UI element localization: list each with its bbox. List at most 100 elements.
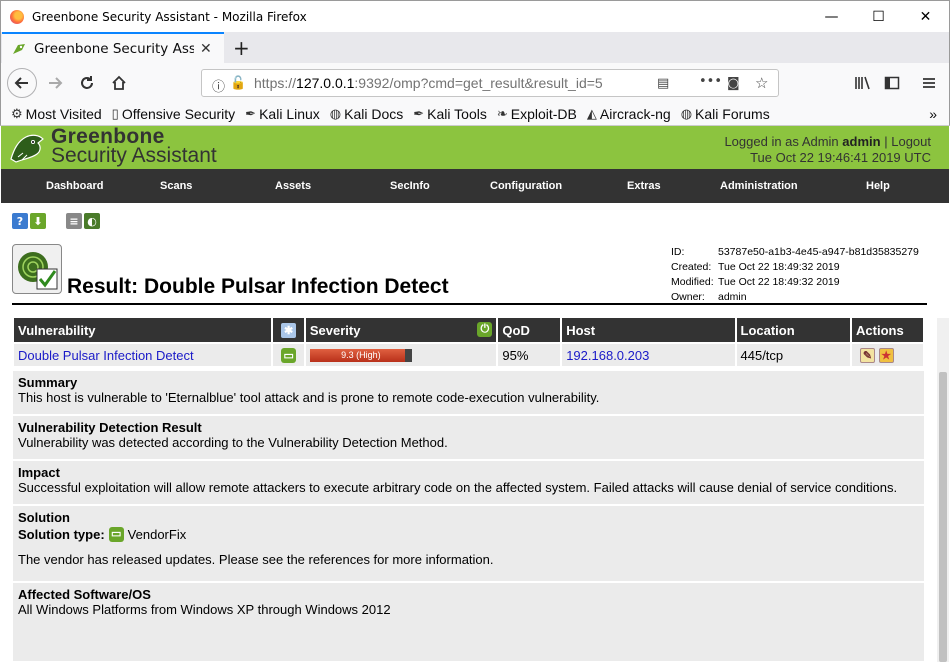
header-host[interactable]: Host [562,318,735,342]
modified-label: Modified: [671,276,714,288]
menu-administration[interactable]: Administration [720,180,798,192]
bookmark-label: Aircrack-ng [599,106,671,122]
radar-check-icon [18,252,58,290]
download-icon[interactable]: ⬇ [30,213,46,229]
tab-title: Greenbone Security Assistant [34,40,194,57]
page-title: Result: Double Pulsar Infection Detect [67,275,449,298]
window-titlebar: Greenbone Security Assistant - Mozilla F… [0,0,950,32]
bookmark-item[interactable]: ✒ Kali Linux [245,106,320,122]
bookmark-item[interactable]: ✒ Kali Tools [413,106,487,122]
menu-extras[interactable]: Extras [627,180,661,192]
header-vulnerability[interactable]: Vulnerability [14,318,272,342]
bookmark-label: Exploit-DB [510,106,577,122]
bookmark-item[interactable]: ⚙ Most Visited [11,106,102,122]
bookmark-item[interactable]: ▯ Offensive Security [112,106,236,122]
cell-qod: 95% [498,342,561,366]
tab-close-icon[interactable]: ✕ [200,41,212,57]
info-icon[interactable]: ⓘ [212,76,225,95]
result-large-icon [12,244,62,294]
menu-dashboard[interactable]: Dashboard [46,180,103,192]
header-severity-label: Severity [309,322,361,338]
affected-text: All Windows Platforms from Windows XP th… [18,602,391,617]
new-tab-button[interactable]: + [233,36,250,60]
home-icon [112,75,126,90]
bookmark-label: Kali Tools [427,106,487,122]
insecure-lock-icon[interactable]: 🔓 [230,76,246,91]
main-menu: Dashboard Scans Assets SecInfo Configura… [1,169,949,203]
bookmarks-overflow-icon[interactable]: » [929,106,937,122]
back-arrow-icon [14,77,28,89]
result-table: Vulnerability ✱ Severity ⏻ QoD Host Loca… [12,318,925,366]
kali-icon: ✒ [245,106,257,121]
gsa-logo-text: Greenbone Security Assistant [51,126,217,167]
reload-button[interactable] [73,69,101,97]
bookmark-label: Kali Docs [344,106,404,122]
cell-vulnerability: Double Pulsar Infection Detect [14,342,272,366]
sidebar-icon [884,76,900,90]
sidebar-button[interactable] [878,69,906,97]
bookmark-item[interactable]: ◍ Kali Docs [330,106,403,122]
bookmark-star-icon[interactable]: ☆ [755,74,768,92]
bookmark-item[interactable]: ◍ Kali Forums [681,106,770,122]
page-scrollbar[interactable] [937,318,949,662]
cvss-calculator-icon[interactable]: ⏻ [477,322,493,337]
header-location[interactable]: Location [736,318,851,342]
gsa-header: Greenbone Security Assistant Logged in a… [1,126,949,169]
reader-view-icon[interactable]: ▤ [657,76,669,91]
satellite-icon: ◭ [586,106,597,121]
impact-text: Successful exploitation will allow remot… [18,480,898,495]
vulnerability-link[interactable]: Double Pulsar Infection Detect [18,348,194,363]
bookmark-item[interactable]: ❧ Exploit-DB [497,106,577,122]
page-toolbar: ? ⬇ ≡ ◐ [12,213,100,229]
summary-section: Summary This host is vulnerable to 'Eter… [13,371,924,416]
globe-icon: ◍ [329,106,342,121]
pocket-icon[interactable]: ◙ [727,76,740,91]
home-button[interactable] [105,69,133,97]
cell-host: 192.168.0.203 [562,342,735,366]
detection-text: Vulnerability was detected according to … [18,435,448,450]
url-text[interactable]: https://127.0.0.1:9392/omp?cmd=get_resul… [254,75,626,91]
new-override-icon[interactable]: ◐ [84,213,100,229]
menu-help[interactable]: Help [866,180,890,192]
menu-secinfo[interactable]: SecInfo [390,180,430,192]
bookmark-label: Kali Linux [259,106,320,122]
scrollbar-thumb[interactable] [939,372,947,662]
tab-greenbone[interactable]: Greenbone Security Assistant ✕ [2,32,224,63]
logout-link[interactable]: Logout [891,134,931,149]
menu-scans[interactable]: Scans [160,180,192,192]
menu-assets[interactable]: Assets [275,180,311,192]
window-controls: — ☐ ✕ [808,1,949,33]
url-bar[interactable]: ⓘ 🔓 https://127.0.0.1:9392/omp?cmd=get_r… [201,69,779,97]
add-override-icon[interactable]: ★ [878,348,894,363]
window-title: Greenbone Security Assistant - Mozilla F… [32,9,307,24]
cell-severity: 9.3 (High) [305,342,497,366]
kali-icon: ✒ [413,106,425,121]
header-severity[interactable]: Severity ⏻ [305,318,497,342]
page-actions-icon[interactable]: ••• [699,74,722,89]
bookmark-label: Kali Forums [695,106,770,122]
menu-configuration[interactable]: Configuration [490,180,562,192]
table-row: Double Pulsar Infection Detect ▭ 9.3 (Hi… [14,342,923,366]
maximize-button[interactable]: ☐ [855,1,902,33]
header-qod[interactable]: QoD [498,318,561,342]
results-list-icon[interactable]: ≡ [66,213,82,229]
host-link[interactable]: 192.168.0.203 [566,348,649,363]
forward-button[interactable] [41,69,69,97]
add-note-icon[interactable]: ✎ [860,348,876,363]
close-window-button[interactable]: ✕ [902,1,949,33]
back-button[interactable] [7,68,37,98]
minimize-button[interactable]: — [808,1,855,33]
created-label: Created: [671,261,712,273]
affected-heading: Affected Software/OS [18,587,151,602]
detection-heading: Vulnerability Detection Result [18,420,202,435]
user-name-link[interactable]: admin [842,134,880,149]
menu-button[interactable] [915,69,943,97]
severity-bar: 9.3 (High) [309,348,412,362]
severity-label: 9.3 (High) [341,349,381,360]
help-icon[interactable]: ? [12,213,28,229]
logo-line-2: Security Assistant [51,144,217,167]
navigation-toolbar: ⓘ 🔓 https://127.0.0.1:9392/omp?cmd=get_r… [0,63,950,103]
library-button[interactable] [849,69,877,97]
bookmark-item[interactable]: ◭ Aircrack-ng [587,106,671,122]
globe-icon: ◍ [680,106,693,121]
